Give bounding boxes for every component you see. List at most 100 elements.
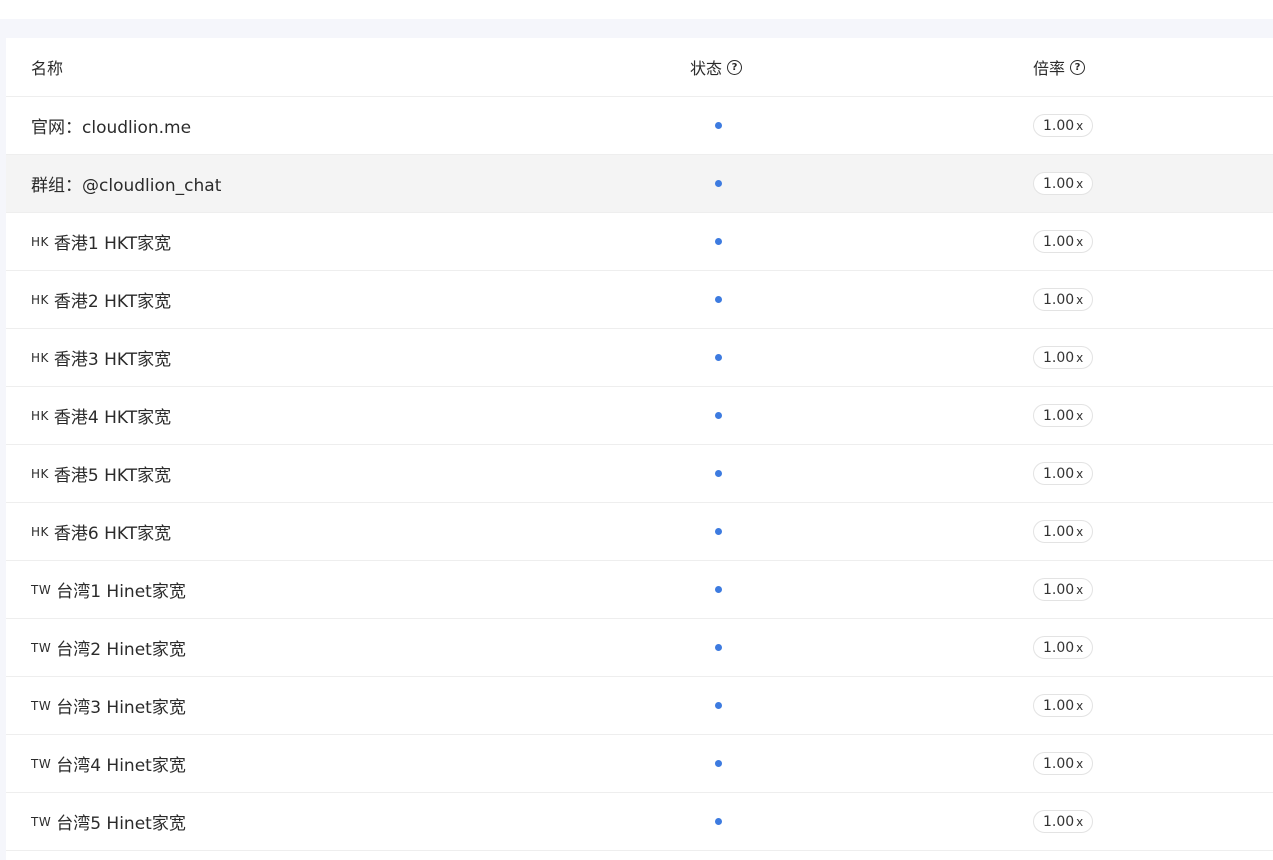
node-name-cell: HK 香港3 HKT家宽 bbox=[31, 329, 171, 386]
rate-cell: 1.00 x bbox=[1033, 329, 1094, 386]
region-flag: TW bbox=[31, 756, 52, 771]
rate-cell: 1.00 x bbox=[1033, 213, 1094, 270]
rate-cell: 1.00 x bbox=[1033, 677, 1094, 734]
rate-value: 1.00 bbox=[1043, 175, 1075, 192]
status-dot-icon bbox=[714, 760, 722, 767]
rate-value: 1.00 bbox=[1043, 639, 1075, 656]
node-name-cell: HK 香港6 HKT家宽 bbox=[31, 503, 171, 560]
table-body: 官网：cloudlion.me 1.00 x 群组：@cloudlion_chat 1.… bbox=[6, 97, 1273, 851]
rate-badge: 1.00 x bbox=[1033, 114, 1094, 137]
rate-cell: 1.00 x bbox=[1033, 735, 1094, 792]
region-flag: HK bbox=[31, 408, 49, 423]
rate-value: 1.00 bbox=[1043, 117, 1075, 134]
node-name: 香港2 HKT家宽 bbox=[53, 292, 172, 312]
node-name-cell: TW 台湾3 Hinet家宽 bbox=[31, 677, 186, 734]
node-name: 香港1 HKT家宽 bbox=[53, 234, 172, 254]
table-row[interactable]: TW 台湾1 Hinet家宽 1.00 x bbox=[6, 561, 1273, 619]
node-name-cell: 官网：cloudlion.me bbox=[31, 97, 191, 154]
node-name-cell: HK 香港1 HKT家宽 bbox=[31, 213, 171, 270]
help-circle-icon[interactable]: ? bbox=[727, 59, 743, 75]
rate-value: 1.00 bbox=[1043, 233, 1075, 250]
region-flag: HK bbox=[31, 466, 49, 481]
status-cell bbox=[678, 561, 758, 618]
table-header: 名称 状态 ? 倍率 ? bbox=[6, 38, 1273, 97]
rate-value: 1.00 bbox=[1043, 407, 1075, 424]
node-name-cell: TW 台湾2 Hinet家宽 bbox=[31, 619, 186, 676]
rate-suffix: x bbox=[1076, 350, 1084, 365]
status-dot-icon bbox=[714, 818, 722, 825]
status-dot-icon bbox=[714, 238, 722, 245]
rate-suffix: x bbox=[1076, 176, 1084, 191]
status-cell bbox=[678, 677, 758, 734]
rate-badge: 1.00 x bbox=[1033, 694, 1094, 717]
status-dot-icon bbox=[714, 644, 722, 651]
node-name: 台湾5 Hinet家宽 bbox=[56, 814, 186, 834]
rate-value: 1.00 bbox=[1043, 697, 1075, 714]
node-name-cell: 群组：@cloudlion_chat bbox=[31, 155, 221, 212]
status-dot-icon bbox=[714, 180, 722, 187]
status-dot-icon bbox=[714, 528, 722, 535]
rate-value: 1.00 bbox=[1043, 349, 1075, 366]
node-name: 群组：@cloudlion_chat bbox=[31, 176, 222, 196]
header-status: 状态 ? bbox=[690, 38, 743, 96]
rate-suffix: x bbox=[1076, 698, 1084, 713]
status-dot-icon bbox=[714, 354, 722, 361]
table-row[interactable]: HK 香港4 HKT家宽 1.00 x bbox=[6, 387, 1273, 445]
rate-badge: 1.00 x bbox=[1033, 404, 1094, 427]
table-row[interactable]: TW 台湾2 Hinet家宽 1.00 x bbox=[6, 619, 1273, 677]
header-rate-label: 倍率 bbox=[1033, 59, 1066, 78]
table-row[interactable]: HK 香港3 HKT家宽 1.00 x bbox=[6, 329, 1273, 387]
table-row[interactable]: HK 香港1 HKT家宽 1.00 x bbox=[6, 213, 1273, 271]
rate-badge: 1.00 x bbox=[1033, 462, 1094, 485]
table-row[interactable]: TW 台湾5 Hinet家宽 1.00 x bbox=[6, 793, 1273, 851]
rate-suffix: x bbox=[1076, 756, 1084, 771]
node-name: 香港4 HKT家宽 bbox=[53, 408, 172, 428]
rate-badge: 1.00 x bbox=[1033, 230, 1094, 253]
node-name-cell: HK 香港4 HKT家宽 bbox=[31, 387, 171, 444]
rate-badge: 1.00 x bbox=[1033, 346, 1094, 369]
table-row[interactable]: HK 香港6 HKT家宽 1.00 x bbox=[6, 503, 1273, 561]
rate-badge: 1.00 x bbox=[1033, 810, 1094, 833]
region-flag: HK bbox=[31, 292, 49, 307]
status-cell bbox=[678, 97, 758, 154]
table-row[interactable]: HK 香港5 HKT家宽 1.00 x bbox=[6, 445, 1273, 503]
region-flag: TW bbox=[31, 814, 52, 829]
status-dot-icon bbox=[714, 702, 722, 709]
status-dot-icon bbox=[714, 470, 722, 477]
region-flag: TW bbox=[31, 640, 52, 655]
table-row[interactable]: TW 台湾3 Hinet家宽 1.00 x bbox=[6, 677, 1273, 735]
status-cell bbox=[678, 503, 758, 560]
rate-value: 1.00 bbox=[1043, 465, 1075, 482]
rate-cell: 1.00 x bbox=[1033, 155, 1094, 212]
status-dot-icon bbox=[714, 412, 722, 419]
rate-suffix: x bbox=[1076, 582, 1084, 597]
node-name-cell: TW 台湾1 Hinet家宽 bbox=[31, 561, 186, 618]
status-dot-icon bbox=[714, 122, 722, 129]
rate-suffix: x bbox=[1076, 640, 1084, 655]
rate-badge: 1.00 x bbox=[1033, 636, 1094, 659]
rate-cell: 1.00 x bbox=[1033, 387, 1094, 444]
table-row[interactable]: TW 台湾4 Hinet家宽 1.00 x bbox=[6, 735, 1273, 793]
table-row[interactable]: 官网：cloudlion.me 1.00 x bbox=[6, 97, 1273, 155]
node-name: 香港5 HKT家宽 bbox=[53, 466, 172, 486]
header-name: 名称 bbox=[31, 59, 64, 78]
node-name-cell: HK 香港5 HKT家宽 bbox=[31, 445, 171, 502]
node-name: 官网：cloudlion.me bbox=[31, 118, 192, 138]
status-cell bbox=[678, 445, 758, 502]
rate-badge: 1.00 x bbox=[1033, 752, 1094, 775]
rate-suffix: x bbox=[1076, 466, 1084, 481]
rate-badge: 1.00 x bbox=[1033, 288, 1094, 311]
status-cell bbox=[678, 793, 758, 850]
region-flag: TW bbox=[31, 698, 52, 713]
status-cell bbox=[678, 271, 758, 328]
rate-cell: 1.00 x bbox=[1033, 445, 1094, 502]
status-cell bbox=[678, 155, 758, 212]
table-row[interactable]: 群组：@cloudlion_chat 1.00 x bbox=[6, 155, 1273, 213]
region-flag: HK bbox=[31, 234, 49, 249]
help-circle-icon[interactable]: ? bbox=[1070, 59, 1086, 75]
table-row[interactable]: HK 香港2 HKT家宽 1.00 x bbox=[6, 271, 1273, 329]
node-name-cell: TW 台湾5 Hinet家宽 bbox=[31, 793, 186, 850]
rate-value: 1.00 bbox=[1043, 581, 1075, 598]
rate-value: 1.00 bbox=[1043, 523, 1075, 540]
rate-value: 1.00 bbox=[1043, 755, 1075, 772]
